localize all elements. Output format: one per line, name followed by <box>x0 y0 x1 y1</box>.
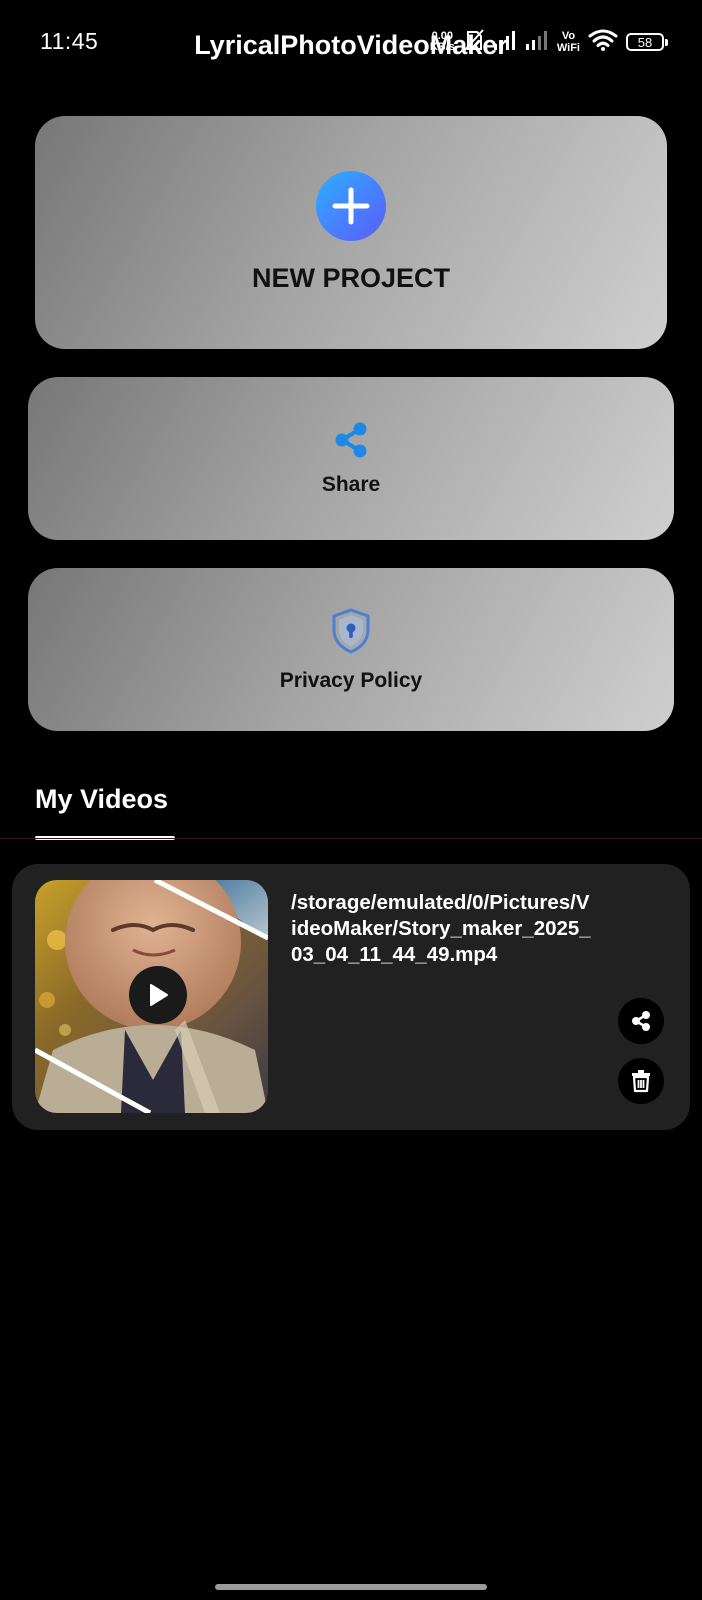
trash-icon <box>632 1070 650 1093</box>
vowifi-bottom: WiFi <box>556 42 580 54</box>
home-indicator[interactable] <box>215 1584 487 1590</box>
share-label: Share <box>321 472 381 496</box>
tab-my-videos[interactable]: My Videos <box>35 784 168 815</box>
signal-icon-2 <box>525 29 549 56</box>
play-button[interactable] <box>129 966 187 1024</box>
video-file-path: /storage/emulated/0/Pictures/VideoMaker/… <box>291 891 591 966</box>
vowifi-indicator: Vo WiFi <box>557 30 580 54</box>
video-delete-button[interactable] <box>618 1058 664 1104</box>
status-icons: 0.00 KB/s Vo WiFi 58 <box>430 26 668 58</box>
signal-icon-1 <box>493 29 517 56</box>
share-icon <box>333 421 369 459</box>
privacy-policy-button[interactable]: Privacy Policy <box>28 568 674 731</box>
battery-level: 58 <box>637 34 653 50</box>
video-thumbnail[interactable] <box>35 880 268 1113</box>
play-icon <box>150 984 168 1006</box>
battery-indicator: 58 <box>626 33 668 51</box>
video-list-item[interactable]: /storage/emulated/0/Pictures/VideoMaker/… <box>12 864 690 1130</box>
tab-divider <box>0 838 702 839</box>
network-speed-unit: KB/s <box>429 41 455 53</box>
video-share-button[interactable] <box>618 998 664 1044</box>
new-project-button[interactable]: NEW PROJECT <box>35 116 667 349</box>
share-app-button[interactable]: Share <box>28 377 674 540</box>
privacy-policy-label: Privacy Policy <box>279 668 423 692</box>
wifi-icon <box>588 29 618 56</box>
no-sim-icon <box>463 28 485 57</box>
new-project-label: NEW PROJECT <box>251 263 451 293</box>
network-speed: 0.00 KB/s <box>430 31 455 53</box>
vowifi-top: Vo <box>561 30 576 42</box>
plus-icon <box>316 171 386 241</box>
shield-lock-icon <box>330 607 372 655</box>
share-icon <box>632 1011 650 1031</box>
